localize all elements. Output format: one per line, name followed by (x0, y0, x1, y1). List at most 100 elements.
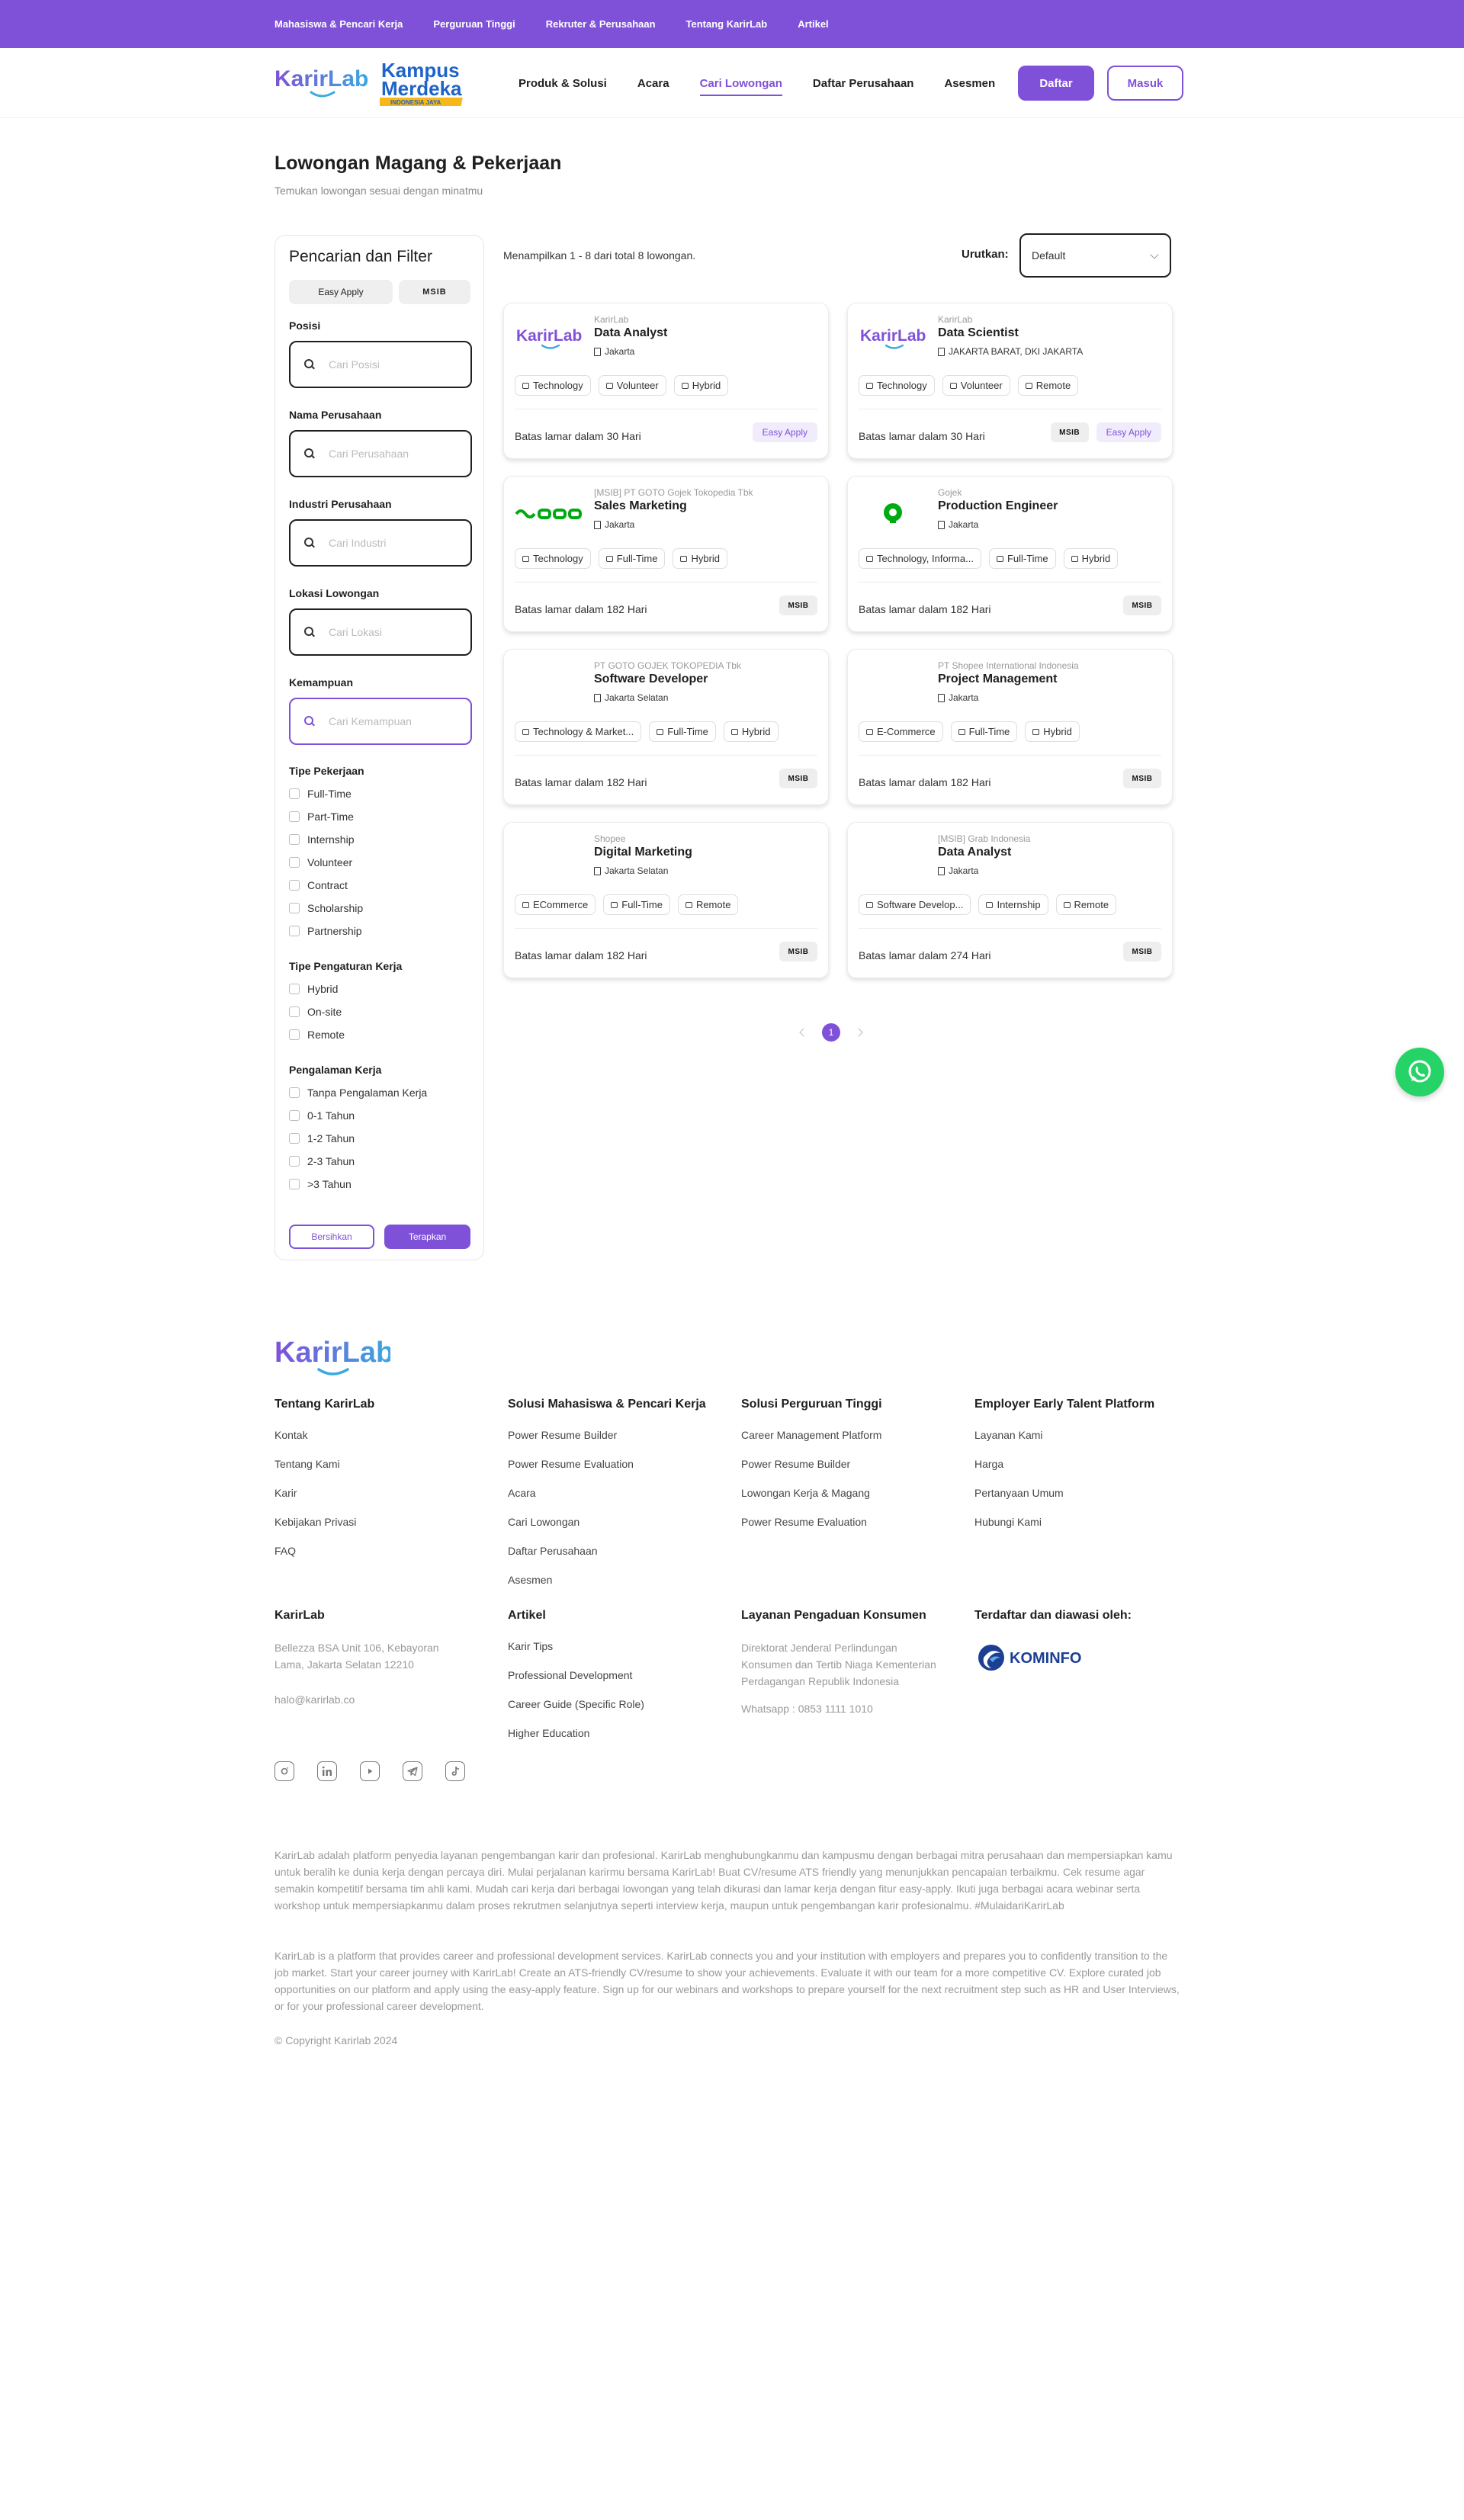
job-type-option[interactable]: Scholarship (289, 902, 363, 914)
job-type-option[interactable]: Full-Time (289, 788, 352, 800)
job-title[interactable]: Sales Marketing (594, 499, 687, 513)
company-input[interactable]: Cari Perusahaan (289, 430, 472, 477)
job-title[interactable]: Software Developer (594, 673, 708, 686)
linkedin-icon[interactable] (317, 1761, 337, 1781)
job-card[interactable]: Gojek Production Engineer Jakarta Technolog… (847, 476, 1173, 632)
telegram-icon[interactable] (403, 1761, 422, 1781)
footer-link[interactable]: Kontak (274, 1428, 496, 1457)
nav-products[interactable]: Produk & Solusi (518, 71, 607, 96)
industry-input[interactable]: Cari Industri (289, 519, 472, 567)
footer-link[interactable]: Professional Development (508, 1668, 729, 1697)
footer-link[interactable]: Lowongan Kerja & Magang (741, 1486, 962, 1515)
footer-link[interactable]: Higher Education (508, 1726, 729, 1755)
sort-select[interactable]: Default (1019, 233, 1171, 278)
footer-link[interactable]: Hubungi Kami (974, 1515, 1196, 1544)
checkbox[interactable] (289, 1029, 300, 1040)
register-button[interactable]: Daftar (1018, 66, 1094, 101)
job-card[interactable]: KarirLab KarirLab Data Scientist JAKARTA BA… (847, 303, 1173, 459)
work-arrangement-option[interactable]: Remote (289, 1029, 345, 1041)
job-card[interactable]: PT GOTO GOJEK TOKOPEDIA Tbk Software Deve… (503, 649, 829, 805)
checkbox[interactable] (289, 811, 300, 822)
whatsapp-chat-button[interactable] (1395, 1048, 1444, 1096)
job-title[interactable]: Data Analyst (594, 326, 667, 340)
chevron-left-icon[interactable] (799, 1028, 808, 1037)
experience-option[interactable]: Tanpa Pengalaman Kerja (289, 1087, 427, 1099)
karirlab-logo[interactable]: KarirLab (274, 65, 369, 101)
job-card[interactable]: [MSIB] PT GOTO Gojek Tokopedia Tbk Sales … (503, 476, 829, 632)
checkbox[interactable] (289, 1006, 300, 1017)
page-number-current[interactable]: 1 (822, 1023, 840, 1042)
experience-option[interactable]: 2-3 Tahun (289, 1155, 355, 1167)
topbar-link-about[interactable]: Tentang KarirLab (686, 18, 768, 30)
topbar-link-articles[interactable]: Artikel (798, 18, 828, 30)
nav-job-search[interactable]: Cari Lowongan (699, 71, 783, 96)
nav-events[interactable]: Acara (637, 71, 669, 96)
job-card[interactable]: PT Shopee International Indonesia Project… (847, 649, 1173, 805)
clear-filters-button[interactable]: Bersihkan (289, 1225, 374, 1249)
complaints-whatsapp[interactable]: Whatsapp : 0853 1111 1010 (741, 1700, 947, 1717)
footer-karirlab-logo[interactable]: KarirLab (274, 1334, 390, 1380)
checkbox[interactable] (289, 1156, 300, 1167)
msib-filter-chip[interactable]: MSIB (399, 280, 470, 304)
checkbox[interactable] (289, 926, 300, 936)
chevron-right-icon[interactable] (854, 1028, 863, 1037)
topbar-link-students[interactable]: Mahasiswa & Pencari Kerja (274, 18, 403, 30)
job-title[interactable]: Digital Marketing (594, 846, 692, 859)
footer-link[interactable]: Career Guide (Specific Role) (508, 1697, 729, 1726)
job-title[interactable]: Project Management (938, 673, 1057, 686)
footer-link[interactable]: Tentang Kami (274, 1457, 496, 1486)
footer-link[interactable]: Asesmen (508, 1573, 729, 1602)
footer-link[interactable]: Cari Lowongan (508, 1515, 729, 1544)
work-arrangement-option[interactable]: Hybrid (289, 983, 338, 995)
topbar-link-recruiters[interactable]: Rekruter & Perusahaan (546, 18, 656, 30)
footer-link[interactable]: Power Resume Builder (508, 1428, 729, 1457)
nav-companies[interactable]: Daftar Perusahaan (813, 71, 914, 96)
footer-link[interactable]: Career Management Platform (741, 1428, 962, 1457)
footer-link[interactable]: Layanan Kami (974, 1428, 1196, 1457)
footer-link[interactable]: Power Resume Builder (741, 1457, 962, 1486)
job-title[interactable]: Production Engineer (938, 499, 1058, 513)
experience-option[interactable]: 0-1 Tahun (289, 1109, 355, 1122)
footer-link[interactable]: Pertanyaan Umum (974, 1486, 1196, 1515)
position-input[interactable]: Cari Posisi (289, 341, 472, 388)
footer-link[interactable]: Karir Tips (508, 1639, 729, 1668)
job-type-option[interactable]: Volunteer (289, 856, 352, 868)
job-type-option[interactable]: Partnership (289, 925, 362, 937)
footer-link[interactable]: Kebijakan Privasi (274, 1515, 496, 1544)
skills-input[interactable]: Cari Kemampuan (289, 698, 472, 745)
job-card[interactable]: KarirLab KarirLab Data Analyst Jakarta Techn… (503, 303, 829, 459)
job-title[interactable]: Data Analyst (938, 846, 1011, 859)
checkbox[interactable] (289, 857, 300, 868)
footer-link[interactable]: Daftar Perusahaan (508, 1544, 729, 1573)
footer-link[interactable]: Acara (508, 1486, 729, 1515)
checkbox[interactable] (289, 1087, 300, 1098)
job-type-option[interactable]: Internship (289, 833, 354, 846)
footer-link[interactable]: Karir (274, 1486, 496, 1515)
company-email[interactable]: halo@karirlab.co (274, 1691, 465, 1708)
tiktok-icon[interactable] (445, 1761, 465, 1781)
apply-filters-button[interactable]: Terapkan (384, 1225, 470, 1249)
location-input[interactable]: Cari Lokasi (289, 608, 472, 656)
experience-option[interactable]: >3 Tahun (289, 1178, 352, 1190)
login-button[interactable]: Masuk (1107, 66, 1183, 101)
checkbox[interactable] (289, 834, 300, 845)
footer-link[interactable]: Power Resume Evaluation (741, 1515, 962, 1544)
youtube-icon[interactable] (360, 1761, 380, 1781)
checkbox[interactable] (289, 984, 300, 994)
footer-link[interactable]: Harga (974, 1457, 1196, 1486)
footer-link[interactable]: FAQ (274, 1544, 496, 1573)
job-type-option[interactable]: Part-Time (289, 811, 354, 823)
job-title[interactable]: Data Scientist (938, 326, 1019, 340)
job-type-option[interactable]: Contract (289, 879, 348, 891)
easy-apply-filter-chip[interactable]: Easy Apply (289, 280, 393, 304)
experience-option[interactable]: 1-2 Tahun (289, 1132, 355, 1144)
job-card[interactable]: Shopee Digital Marketing Jakarta Selatan EC… (503, 822, 829, 978)
job-card[interactable]: [MSIB] Grab Indonesia Data Analyst Jakarta… (847, 822, 1173, 978)
checkbox[interactable] (289, 1179, 300, 1189)
footer-link[interactable]: Power Resume Evaluation (508, 1457, 729, 1486)
topbar-link-universities[interactable]: Perguruan Tinggi (433, 18, 515, 30)
checkbox[interactable] (289, 903, 300, 913)
checkbox[interactable] (289, 1110, 300, 1121)
checkbox[interactable] (289, 788, 300, 799)
checkbox[interactable] (289, 1133, 300, 1144)
